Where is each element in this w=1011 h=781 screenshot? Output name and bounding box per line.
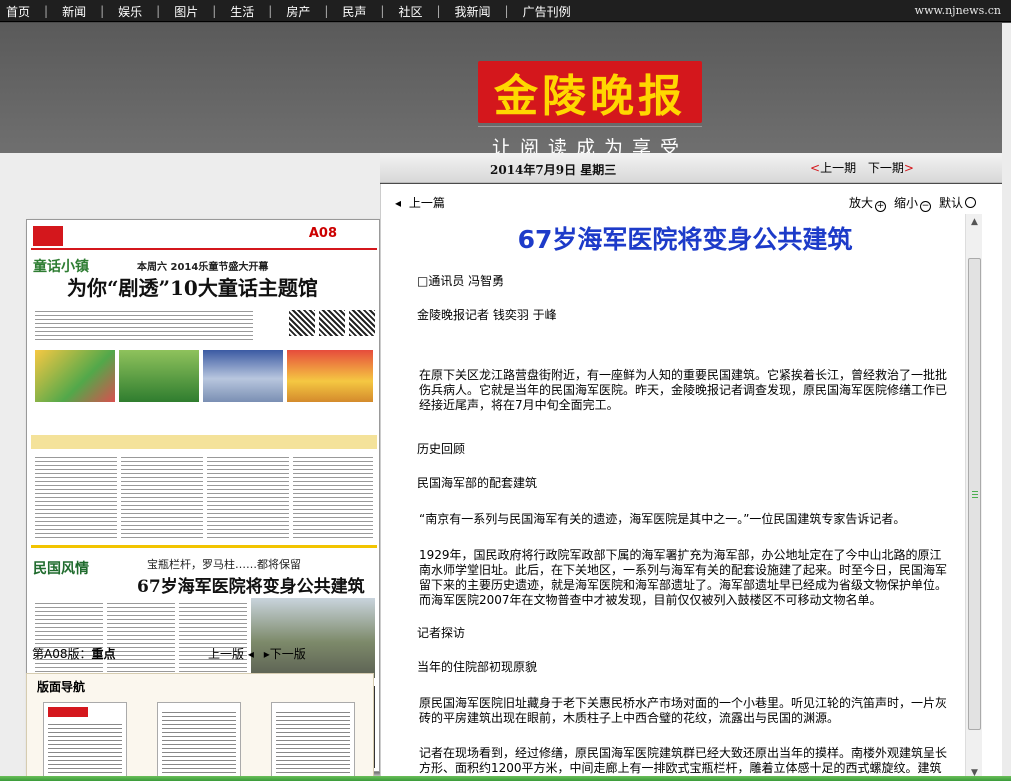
section-heading: 历史回顾 <box>417 442 466 456</box>
qr-code-icon <box>289 310 315 336</box>
section-subheading: 当年的住院部初现原貌 <box>417 660 538 674</box>
nav-item-entertainment[interactable]: 娱乐 <box>118 3 142 20</box>
zoom-out-button[interactable]: 缩小 − <box>894 194 932 212</box>
thumbnail-masthead <box>48 707 88 717</box>
prev-page-link[interactable]: 上一版 <box>208 647 244 661</box>
nav-item-photos[interactable]: 图片 <box>174 3 198 20</box>
nav-item-ads[interactable]: 广告刊例 <box>523 3 571 20</box>
photo-hospital <box>251 598 375 678</box>
zoom-in-button[interactable]: 放大 + <box>849 194 887 212</box>
zoom-out-label: 缩小 <box>894 196 919 210</box>
slogan-divider <box>478 126 702 127</box>
page-nav: 上一版 ◂ ▸下一版 <box>208 645 306 662</box>
masthead-logo <box>33 226 63 246</box>
prev-article-link[interactable]: ◂ 上一篇 <box>395 194 445 211</box>
article-paragraph: 1929年，国民政府将行政院军政部下属的海军署扩充为海军部，办公地址定在了今中山… <box>419 548 948 607</box>
article-panel: ◂ 上一篇 放大 + 缩小 − 默认 67岁海军医院将变身公共建筑 □通讯员 冯智勇… <box>380 184 1002 781</box>
story2-headline[interactable]: 67岁海军医院将变身公共建筑 <box>137 572 365 597</box>
nav-item-life[interactable]: 生活 <box>230 3 254 20</box>
thumbnail-lines <box>48 721 122 777</box>
section-divider <box>31 545 377 548</box>
photo-playground <box>35 350 115 402</box>
section-subheading: 民国海军部的配套建筑 <box>417 476 538 490</box>
article-paragraph: “南京有一系列与民国海军有关的遗迹，海军医院是其中之一。”一位民国建筑专家告诉记… <box>419 512 906 526</box>
scroll-up-arrow-icon[interactable]: ▲ <box>966 214 983 230</box>
date-bar: 2014年7月9日 星期三 <上一期 下一期> <box>380 153 1002 183</box>
top-nav: 首页 | 新闻 | 娱乐 | 图片 | 生活 | 房产 | 民声 | 社区 | 我新闻 | 广告刊… <box>0 0 1011 22</box>
nav-item-home[interactable]: 首页 <box>6 3 30 20</box>
feature-band <box>31 435 377 449</box>
arrow-left-icon: ◂ <box>395 196 402 210</box>
bottom-accent-line <box>0 776 1011 781</box>
arrow-left-icon: ◂ <box>247 647 254 661</box>
article-scrollbar[interactable]: ▲ ▼ <box>965 214 982 781</box>
prev-issue-arrow-icon: < <box>810 161 821 175</box>
story1-text <box>35 308 253 342</box>
nav-item-realestate[interactable]: 房产 <box>286 3 310 20</box>
page-label: 第A08版： <box>32 647 92 661</box>
story2-subtitle: 宝瓶栏杆，罗马柱……都将保留 <box>147 558 301 571</box>
zoom-in-label: 放大 <box>849 196 874 210</box>
feature-text <box>207 454 289 540</box>
article-paragraph: 在原下关区龙江路营盘街附近，有一座鲜为人知的重要民国建筑。它紧挨着长江，曾经救治… <box>419 368 948 412</box>
page-thumbnail[interactable] <box>157 702 241 781</box>
zoom-default-label: 默认 <box>939 196 964 210</box>
page-thumbnail[interactable] <box>43 702 127 781</box>
newspaper-logo[interactable]: 金陵晚报 <box>478 61 702 123</box>
prev-issue-link[interactable]: 上一期 <box>820 161 856 175</box>
plus-icon: + <box>875 201 887 212</box>
minus-icon: − <box>920 201 932 212</box>
story1-headline[interactable]: 为你“剧透”10大童话主题馆 <box>67 272 318 301</box>
feature-text <box>35 454 117 540</box>
photo-shark <box>203 350 283 402</box>
page-panel: A08 童话小镇 本周六 2014乐童节盛大开幕 为你“剧透”10大童话主题馆 … <box>0 153 380 781</box>
next-issue-link[interactable]: 下一期 <box>868 161 904 175</box>
thumbnail-lines <box>162 709 236 777</box>
nav-item-voice[interactable]: 民声 <box>342 3 366 20</box>
nav-item-news[interactable]: 新闻 <box>62 3 86 20</box>
prev-article-label: 上一篇 <box>408 196 445 210</box>
next-issue-arrow-icon: > <box>903 161 914 175</box>
headline-text: 岁海军医院将变身公共建筑 <box>552 225 853 254</box>
nav-item-community[interactable]: 社区 <box>398 3 422 20</box>
header-band: 金陵晚报 让阅读成为享受 <box>0 23 1002 159</box>
nav-item-mynews[interactable]: 我新闻 <box>455 3 491 20</box>
edition-nav-title: 版面导航 <box>37 680 86 694</box>
photo-carnival <box>287 350 373 402</box>
story1-subtitle: 本周六 2014乐童节盛大开幕 <box>137 262 269 273</box>
zoom-controls: 放大 + 缩小 − 默认 <box>849 194 977 212</box>
qr-code-icon <box>319 310 345 336</box>
page-number: A08 <box>308 226 337 241</box>
issue-nav: <上一期 下一期> <box>810 159 914 176</box>
page-masthead: A08 <box>31 224 377 250</box>
headline-number: 67 <box>517 225 553 254</box>
page-section-name: 重点 <box>91 647 116 661</box>
circle-icon <box>965 197 977 208</box>
thumbnail-lines <box>276 709 350 777</box>
edition-nav: 版面导航 <box>26 673 374 781</box>
article-headline: 67岁海军医院将变身公共建筑 <box>395 220 975 256</box>
byline-reporters: 金陵晚报记者 钱奕羽 于峰 <box>417 308 557 322</box>
article-paragraph: 原民国海军医院旧址藏身于老下关惠民桥水产市场对面的一个小巷里。听见江轮的汽笛声时… <box>419 696 948 725</box>
nav-items: 首页 | 新闻 | 娱乐 | 图片 | 生活 | 房产 | 民声 | 社区 | 我新闻 | 广告刊… <box>6 3 571 20</box>
feature-text <box>121 454 203 540</box>
page-info: 第A08版：重点 <box>32 645 116 662</box>
section-heading: 记者探访 <box>417 626 466 640</box>
grip-icon <box>972 491 978 498</box>
window-edge <box>1002 23 1011 781</box>
byline-correspondent: □通讯员 冯智勇 <box>417 274 505 288</box>
zoom-default-button[interactable]: 默认 <box>939 194 977 212</box>
article-paragraph: 记者在现场看到，经过修缮，原民国海军医院建筑群已经大致还原出当年的摸样。南楼外观… <box>419 746 948 775</box>
site-url[interactable]: www.njnews.cn <box>915 4 1001 17</box>
feature-text <box>293 454 373 540</box>
scrollbar-thumb[interactable] <box>968 258 981 730</box>
next-page-link[interactable]: 下一版 <box>270 647 306 661</box>
logo-text: 金陵晚报 <box>494 71 686 122</box>
qr-code-icon <box>349 310 375 336</box>
column-title-republic: 民国风情 <box>33 561 89 577</box>
photo-garden <box>119 350 199 402</box>
issue-date: 2014年7月9日 星期三 <box>490 163 617 177</box>
page-thumbnail[interactable] <box>271 702 355 781</box>
